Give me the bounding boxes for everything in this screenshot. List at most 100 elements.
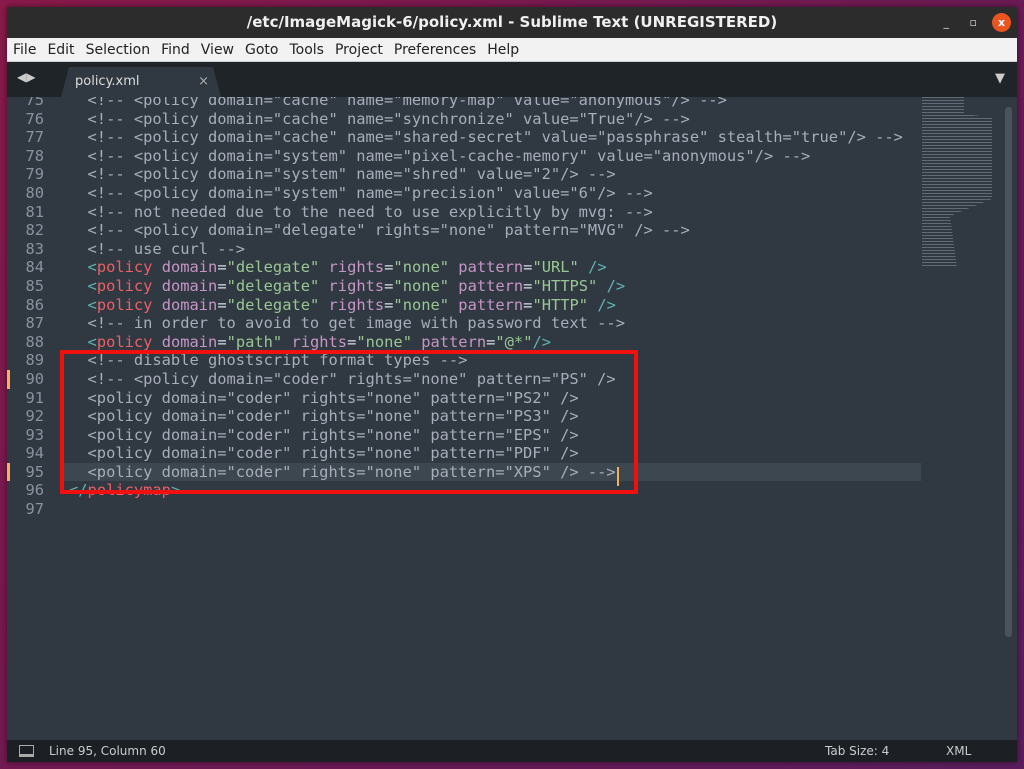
code-token: = <box>217 276 227 295</box>
line-number: 96 <box>25 481 44 500</box>
line-number: 76 <box>25 109 44 128</box>
code-token: /> <box>532 332 552 351</box>
line-code: <policy domain="path" rights="none" patt… <box>69 333 551 352</box>
code-line[interactable]: 85 <policy domain="delegate" rights="non… <box>7 277 1017 296</box>
code-line[interactable]: 83 <!-- use curl --> <box>7 240 1017 259</box>
code-line[interactable]: 87 <!-- in order to avoid to get image w… <box>7 314 1017 333</box>
line-code: <!-- in order to avoid to get image with… <box>69 314 625 333</box>
code-token: domain <box>152 258 218 277</box>
line-number: 77 <box>25 128 44 147</box>
code-token: domain <box>152 295 218 314</box>
line-number: 91 <box>25 388 44 407</box>
title-bar: /etc/ImageMagick-6/policy.xml - Sublime … <box>7 7 1017 38</box>
line-code: <policy domain="delegate" rights="none" … <box>69 296 616 315</box>
minimize-button[interactable]: _ <box>944 7 950 38</box>
code-line[interactable]: 84 <policy domain="delegate" rights="non… <box>7 258 1017 277</box>
code-token: pattern <box>449 276 524 295</box>
close-button[interactable]: x <box>992 13 1011 32</box>
menu-bar: File Edit Selection Find View Goto Tools… <box>7 38 1017 62</box>
code-token: policy <box>96 276 153 295</box>
menu-project[interactable]: Project <box>335 42 383 58</box>
code-token: <!-- <policy domain="delegate" rights="n… <box>69 221 690 240</box>
text-cursor <box>617 467 619 486</box>
maximize-button[interactable]: ▫ <box>970 7 977 38</box>
code-token: /> <box>597 276 626 295</box>
code-editor[interactable]: 75 <!-- <policy domain="cache" name="mem… <box>7 97 1017 740</box>
code-token: domain <box>152 332 218 351</box>
code-line[interactable]: 76 <!-- <policy domain="cache" name="syn… <box>7 110 1017 129</box>
menu-preferences[interactable]: Preferences <box>394 42 476 58</box>
tab-list-dropdown-icon[interactable]: ▼ <box>995 71 1005 86</box>
code-token: pattern <box>449 295 524 314</box>
code-line[interactable]: 88 <policy domain="path" rights="none" p… <box>7 333 1017 352</box>
line-number: 86 <box>25 295 44 314</box>
code-token: rights <box>319 258 385 277</box>
code-token: "HTTP" <box>532 295 589 314</box>
tab-size-selector[interactable]: Tab Size: 4 <box>825 740 889 762</box>
line-number: 95 <box>25 462 44 481</box>
code-token: /> <box>588 295 616 314</box>
code-token: <!-- <policy domain="system" name="shred… <box>69 165 616 184</box>
code-line[interactable]: 79 <!-- <policy domain="system" name="sh… <box>7 165 1017 184</box>
code-token: <!-- <policy domain="cache" name="shared… <box>69 128 903 147</box>
code-token: <!-- use curl --> <box>69 239 246 258</box>
line-code: <!-- not needed due to the need to use e… <box>69 203 653 222</box>
line-number: 90 <box>25 369 44 388</box>
code-token: <!-- <policy domain="cache" name="memory… <box>69 97 727 109</box>
line-number: 79 <box>25 165 44 184</box>
code-line[interactable]: 78 <!-- <policy domain="system" name="pi… <box>7 147 1017 166</box>
code-line[interactable]: 82 <!-- <policy domain="delegate" rights… <box>7 221 1017 240</box>
panel-toggle-icon[interactable] <box>19 745 34 757</box>
menu-goto[interactable]: Goto <box>245 42 278 58</box>
menu-help[interactable]: Help <box>487 42 519 58</box>
menu-file[interactable]: File <box>13 42 36 58</box>
sublime-window: /etc/ImageMagick-6/policy.xml - Sublime … <box>7 7 1017 762</box>
code-token: rights <box>319 295 385 314</box>
line-code: <!-- <policy domain="system" name="pixel… <box>69 147 811 166</box>
code-token: = <box>217 332 227 351</box>
line-number: 78 <box>25 146 44 165</box>
cursor-position: Line 95, Column 60 <box>49 744 166 758</box>
line-number: 82 <box>25 221 44 240</box>
code-token: <!-- in order to avoid to get image with… <box>69 314 625 333</box>
code-line[interactable]: 80 <!-- <policy domain="system" name="pr… <box>7 184 1017 203</box>
code-token: <!-- <policy domain="system" name="preci… <box>69 183 653 202</box>
line-code: <!-- use curl --> <box>69 239 246 259</box>
tab-bar: ◀▶ policy.xml × ▼ <box>7 62 1017 97</box>
line-code: <policy domain="delegate" rights="none" … <box>69 276 626 296</box>
code-token: /> <box>578 258 607 277</box>
menu-edit[interactable]: Edit <box>47 42 74 58</box>
code-token: = <box>217 258 227 277</box>
code-token: "path" <box>226 332 283 351</box>
line-code: <!-- <policy domain="system" name="shred… <box>69 165 616 184</box>
menu-view[interactable]: View <box>201 42 234 58</box>
code-token: "delegate" <box>226 295 320 314</box>
menu-find[interactable]: Find <box>161 42 190 58</box>
tab-policy-xml[interactable]: policy.xml × <box>61 67 221 97</box>
code-line[interactable]: 97 <box>7 500 1017 519</box>
tab-close-icon[interactable]: × <box>198 67 209 97</box>
code-token: <!-- <policy domain="cache" name="synchr… <box>69 109 690 128</box>
tab-nav-arrows-icon[interactable]: ◀▶ <box>17 70 35 84</box>
line-number: 97 <box>25 500 44 519</box>
line-number: 84 <box>25 258 44 277</box>
code-token: "URL" <box>532 258 579 277</box>
code-line[interactable]: 75 <!-- <policy domain="cache" name="mem… <box>7 97 1017 110</box>
code-line[interactable]: 77 <!-- <policy domain="cache" name="sha… <box>7 128 1017 147</box>
line-number: 87 <box>25 314 44 333</box>
menu-selection[interactable]: Selection <box>86 42 151 58</box>
line-code: <!-- <policy domain="system" name="preci… <box>69 184 653 203</box>
line-number: 94 <box>25 444 44 463</box>
code-line[interactable]: 86 <policy domain="delegate" rights="non… <box>7 296 1017 315</box>
vertical-scrollbar[interactable] <box>1005 107 1012 637</box>
syntax-selector[interactable]: XML <box>946 740 971 762</box>
code-line[interactable]: 81 <!-- not needed due to the need to us… <box>7 203 1017 222</box>
tab-label: policy.xml <box>75 74 140 89</box>
menu-tools[interactable]: Tools <box>289 42 324 58</box>
code-token: "none" <box>393 295 450 314</box>
code-token: < <box>87 258 97 277</box>
code-token: policy <box>96 295 153 314</box>
